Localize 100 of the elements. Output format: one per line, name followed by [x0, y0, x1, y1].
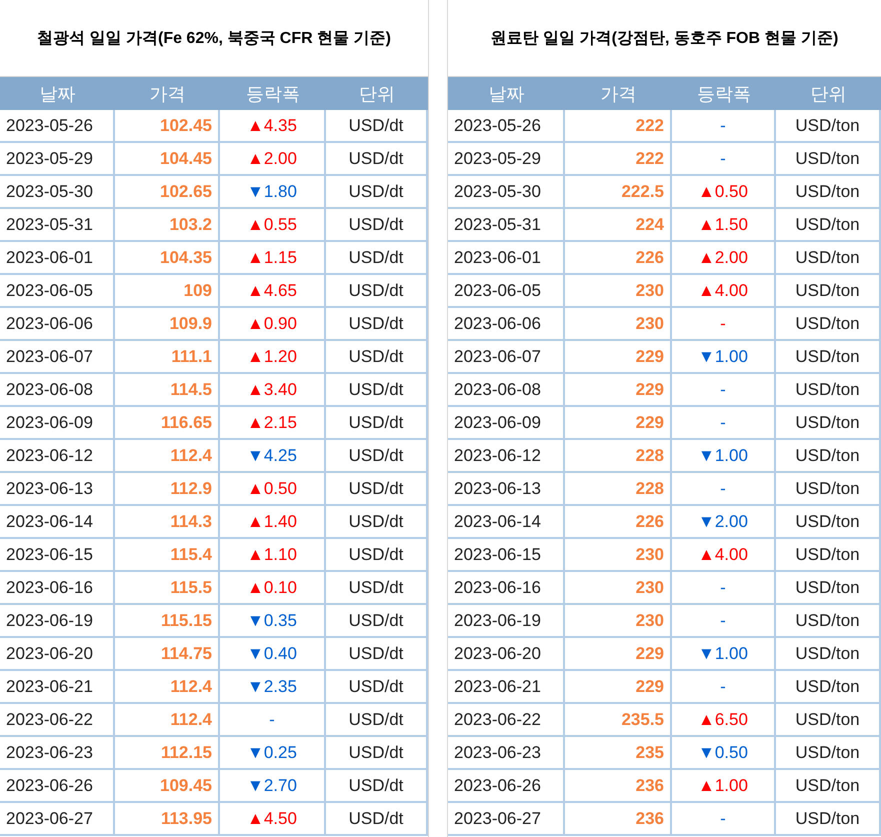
date-cell: 2023-06-15 — [448, 539, 565, 572]
change-cell: ▼0.25 — [220, 737, 326, 770]
date-cell: 2023-06-19 — [0, 605, 115, 638]
unit-cell: USD/ton — [776, 506, 881, 539]
unit-cell: USD/ton — [776, 638, 881, 671]
change-cell: ▲0.10 — [220, 572, 326, 605]
column-header: 날짜 — [0, 77, 115, 110]
price-cell: 235 — [565, 737, 672, 770]
change-cell: ▲4.35 — [220, 110, 326, 143]
price-cell: 229 — [565, 407, 672, 440]
change-cell: - — [672, 110, 776, 143]
unit-cell: USD/ton — [776, 803, 881, 836]
date-cell: 2023-05-29 — [448, 143, 565, 176]
unit-cell: USD/ton — [776, 176, 881, 209]
unit-cell: USD/dt — [326, 704, 428, 737]
unit-cell: USD/dt — [326, 539, 428, 572]
price-cell: 222 — [565, 110, 672, 143]
unit-cell: USD/ton — [776, 572, 881, 605]
price-cell: 235.5 — [565, 704, 672, 737]
price-cell: 115.4 — [115, 539, 220, 572]
unit-cell: USD/dt — [326, 671, 428, 704]
price-cell: 236 — [565, 803, 672, 836]
price-cell: 230 — [565, 308, 672, 341]
price-cell: 109.45 — [115, 770, 220, 803]
price-cell: 230 — [565, 572, 672, 605]
date-cell: 2023-06-09 — [0, 407, 115, 440]
change-cell: ▲1.15 — [220, 242, 326, 275]
date-cell: 2023-06-22 — [448, 704, 565, 737]
unit-cell: USD/dt — [326, 308, 428, 341]
change-cell: ▲1.20 — [220, 341, 326, 374]
price-cell: 111.1 — [115, 341, 220, 374]
change-cell: ▲4.65 — [220, 275, 326, 308]
change-cell: - — [672, 605, 776, 638]
change-cell: - — [220, 704, 326, 737]
change-cell: - — [672, 572, 776, 605]
date-cell: 2023-06-22 — [0, 704, 115, 737]
date-cell: 2023-06-16 — [448, 572, 565, 605]
change-cell: ▲4.50 — [220, 803, 326, 836]
change-cell: ▼2.35 — [220, 671, 326, 704]
unit-cell: USD/dt — [326, 572, 428, 605]
unit-cell: USD/dt — [326, 275, 428, 308]
change-cell: ▼1.00 — [672, 638, 776, 671]
price-cell: 230 — [565, 539, 672, 572]
date-cell: 2023-05-31 — [0, 209, 115, 242]
price-cell: 109 — [115, 275, 220, 308]
date-cell: 2023-06-08 — [448, 374, 565, 407]
unit-cell: USD/ton — [776, 143, 881, 176]
unit-cell: USD/ton — [776, 308, 881, 341]
price-cell: 229 — [565, 638, 672, 671]
unit-cell: USD/dt — [326, 440, 428, 473]
date-cell: 2023-06-19 — [448, 605, 565, 638]
change-cell: - — [672, 407, 776, 440]
change-cell: ▲0.55 — [220, 209, 326, 242]
date-cell: 2023-06-15 — [0, 539, 115, 572]
price-cell: 226 — [565, 242, 672, 275]
date-cell: 2023-05-26 — [0, 110, 115, 143]
unit-cell: USD/ton — [776, 473, 881, 506]
price-cell: 224 — [565, 209, 672, 242]
date-cell: 2023-06-12 — [0, 440, 115, 473]
unit-cell: USD/ton — [776, 737, 881, 770]
price-cell: 114.3 — [115, 506, 220, 539]
unit-cell: USD/dt — [326, 638, 428, 671]
date-cell: 2023-06-26 — [0, 770, 115, 803]
unit-cell: USD/ton — [776, 275, 881, 308]
date-cell: 2023-06-05 — [448, 275, 565, 308]
change-cell: - — [672, 803, 776, 836]
unit-cell: USD/ton — [776, 341, 881, 374]
column-header: 가격 — [565, 77, 672, 110]
price-cell: 230 — [565, 275, 672, 308]
price-cell: 236 — [565, 770, 672, 803]
price-cell: 109.9 — [115, 308, 220, 341]
change-cell: ▼0.40 — [220, 638, 326, 671]
date-cell: 2023-06-21 — [0, 671, 115, 704]
date-cell: 2023-06-20 — [448, 638, 565, 671]
date-cell: 2023-06-27 — [0, 803, 115, 836]
unit-cell: USD/dt — [326, 737, 428, 770]
price-cell: 114.75 — [115, 638, 220, 671]
date-cell: 2023-06-06 — [0, 308, 115, 341]
unit-cell: USD/dt — [326, 143, 428, 176]
price-cell: 116.65 — [115, 407, 220, 440]
date-cell: 2023-06-13 — [0, 473, 115, 506]
change-cell: ▲1.50 — [672, 209, 776, 242]
unit-cell: USD/ton — [776, 242, 881, 275]
price-cell: 229 — [565, 671, 672, 704]
unit-cell: USD/ton — [776, 671, 881, 704]
price-cell: 226 — [565, 506, 672, 539]
column-header: 등락폭 — [220, 77, 326, 110]
date-cell: 2023-06-13 — [448, 473, 565, 506]
change-cell: ▲1.00 — [672, 770, 776, 803]
price-cell: 113.95 — [115, 803, 220, 836]
date-cell: 2023-06-14 — [448, 506, 565, 539]
change-cell: ▼4.25 — [220, 440, 326, 473]
unit-cell: USD/ton — [776, 374, 881, 407]
date-cell: 2023-06-07 — [0, 341, 115, 374]
unit-cell: USD/dt — [326, 770, 428, 803]
price-cell: 222 — [565, 143, 672, 176]
unit-cell: USD/dt — [326, 176, 428, 209]
unit-cell: USD/ton — [776, 770, 881, 803]
change-cell: ▲1.10 — [220, 539, 326, 572]
date-cell: 2023-06-23 — [0, 737, 115, 770]
